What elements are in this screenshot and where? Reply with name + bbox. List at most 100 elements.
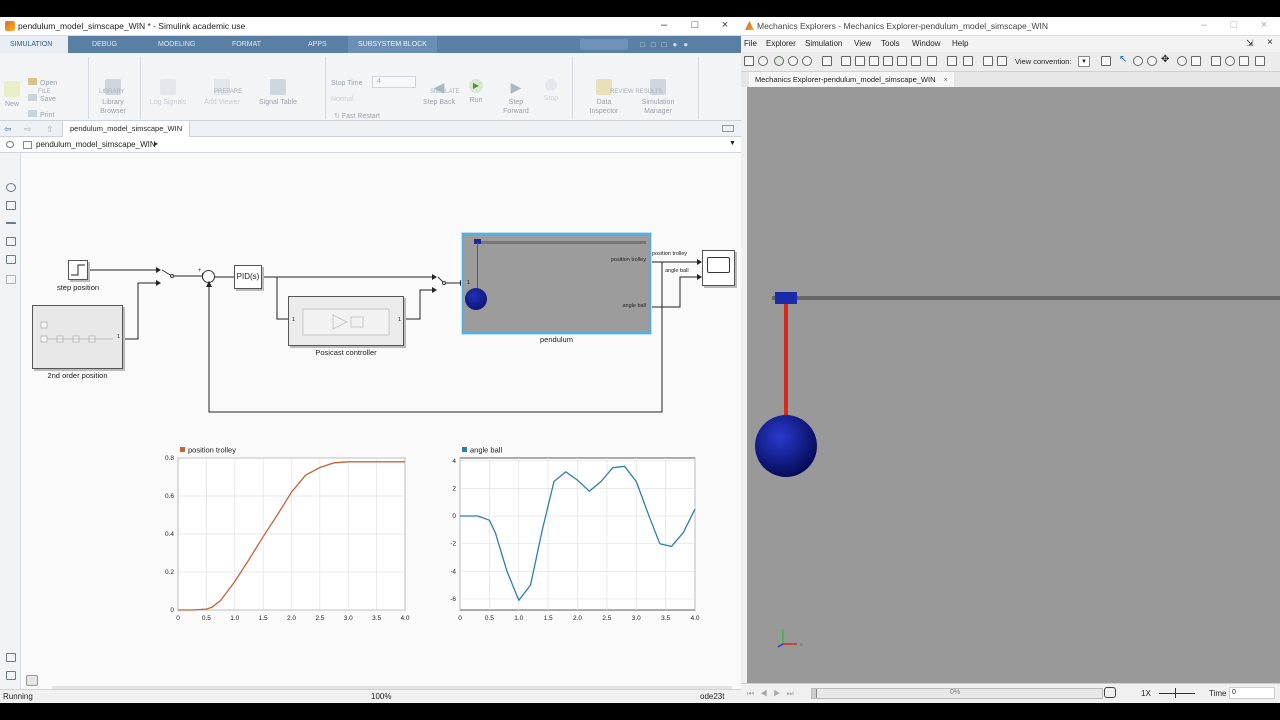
model-browser-icon[interactable] bbox=[6, 671, 16, 680]
hide-panel-icon[interactable] bbox=[722, 125, 734, 132]
maximize-view-icon[interactable] bbox=[1255, 56, 1265, 66]
simulation-manager-button[interactable]: Simulation Manager bbox=[636, 79, 680, 116]
model-tab[interactable]: pendulum_model_simscape_WIN bbox=[62, 121, 191, 137]
posicast-controller-block[interactable]: 1 1 bbox=[288, 296, 404, 346]
speed-slider-thumb[interactable] bbox=[1175, 688, 1176, 698]
menu-simulation[interactable]: Simulation bbox=[805, 39, 842, 48]
roll-icon[interactable] bbox=[1147, 56, 1157, 66]
play-icon[interactable] bbox=[774, 56, 784, 66]
data-inspector-button[interactable]: Data Inspector bbox=[584, 79, 624, 116]
search-box[interactable] bbox=[580, 39, 628, 50]
minimize-icon[interactable]: – bbox=[656, 19, 672, 31]
close-tab-icon[interactable]: × bbox=[944, 75, 948, 84]
zoom-box-icon[interactable] bbox=[1191, 56, 1201, 66]
up-arrow-icon[interactable]: ⇧ bbox=[46, 124, 54, 135]
annotation-icon[interactable] bbox=[6, 237, 16, 246]
breadcrumb-chevron-icon[interactable]: ▸ bbox=[154, 139, 158, 148]
fit-view-icon[interactable] bbox=[6, 201, 16, 210]
sum-block[interactable]: + - bbox=[198, 268, 215, 285]
pid-block[interactable]: PID(s) bbox=[234, 265, 262, 289]
second-order-block[interactable]: 1 bbox=[32, 305, 123, 369]
menu-file[interactable]: File bbox=[744, 39, 757, 48]
fast-restart-toggle[interactable]: ↻ Fast Restart bbox=[334, 112, 380, 121]
solver-name[interactable]: ode23t bbox=[700, 692, 724, 701]
area-icon[interactable] bbox=[6, 275, 16, 284]
library-browser-button[interactable]: Library Browser bbox=[92, 79, 134, 116]
pendulum-block[interactable]: 1 position trolley angle ball bbox=[462, 233, 651, 334]
tab-apps[interactable]: APPS bbox=[298, 36, 337, 53]
step-forward-button[interactable]: ▶ Step Forward bbox=[496, 79, 536, 116]
tab-subsystem-block[interactable]: SUBSYSTEM BLOCK bbox=[348, 36, 437, 53]
property-inspector-icon[interactable] bbox=[6, 653, 16, 662]
open-button[interactable]: Open bbox=[28, 78, 57, 88]
refresh-icon[interactable] bbox=[758, 56, 768, 66]
tab-modeling[interactable]: MODELING bbox=[148, 36, 205, 53]
zoom-icon[interactable] bbox=[6, 183, 16, 192]
menu-explorer[interactable]: Explorer bbox=[766, 39, 796, 48]
bottom-view-icon[interactable] bbox=[911, 56, 921, 66]
select-cursor-icon[interactable]: ↖ bbox=[1119, 54, 1129, 65]
breadcrumb-model[interactable]: pendulum_model_simscape_WIN bbox=[36, 140, 156, 149]
center-of-mass-icon[interactable] bbox=[1225, 56, 1235, 66]
minimize-icon[interactable]: – bbox=[1196, 19, 1212, 31]
quick-access-icons[interactable]: □□□●● bbox=[640, 40, 720, 49]
image-icon[interactable] bbox=[6, 255, 16, 264]
tab-format[interactable]: FORMAT bbox=[222, 36, 271, 53]
breadcrumb-dropdown-icon[interactable]: ▼ bbox=[729, 140, 736, 147]
forward-arrow-icon[interactable]: ⇨ bbox=[24, 124, 32, 135]
tab-debug[interactable]: DEBUG bbox=[82, 36, 127, 53]
playback-scrubber[interactable] bbox=[812, 689, 817, 698]
split-tile-icon[interactable] bbox=[963, 56, 973, 66]
close-icon[interactable]: × bbox=[1256, 19, 1272, 31]
new-button[interactable]: New bbox=[3, 81, 21, 109]
arrow-direction-icon[interactable] bbox=[6, 222, 16, 226]
playback-controls-icons[interactable]: ⏮◀▶⏭ bbox=[747, 689, 800, 699]
speed-slider[interactable] bbox=[1159, 693, 1195, 694]
diagram-browser-icon[interactable] bbox=[26, 675, 38, 686]
menu-tools[interactable]: Tools bbox=[881, 39, 900, 48]
grid-icon[interactable] bbox=[983, 56, 993, 66]
undock-icon[interactable]: ⇲ bbox=[1246, 38, 1254, 49]
explorer-bar-icon[interactable] bbox=[6, 141, 14, 148]
3d-viewport[interactable]: x bbox=[747, 87, 1280, 683]
log-signals-button[interactable]: Log Signals bbox=[148, 79, 188, 107]
step-block[interactable] bbox=[68, 260, 88, 280]
isometric-view-icon[interactable] bbox=[927, 56, 937, 66]
stop-icon[interactable] bbox=[788, 56, 798, 66]
menu-window[interactable]: Window bbox=[912, 39, 940, 48]
scope-block[interactable] bbox=[702, 250, 735, 286]
maximize-icon[interactable]: □ bbox=[1226, 19, 1242, 31]
run-button[interactable]: ▶ Run bbox=[462, 79, 490, 105]
top-view-icon[interactable] bbox=[897, 56, 907, 66]
rotate-icon[interactable] bbox=[1133, 56, 1143, 66]
back-arrow-icon[interactable]: ⇦ bbox=[4, 124, 12, 135]
more-icon[interactable] bbox=[1239, 56, 1249, 66]
right-view-icon[interactable] bbox=[883, 56, 893, 66]
back-view-icon[interactable] bbox=[855, 56, 865, 66]
pan-icon[interactable]: ✥ bbox=[1161, 54, 1171, 65]
record-video-icon[interactable] bbox=[1104, 687, 1116, 698]
playback-progress[interactable]: 0% bbox=[811, 688, 1103, 699]
menu-view[interactable]: View bbox=[854, 39, 871, 48]
close-panel-icon[interactable]: × bbox=[1267, 37, 1273, 48]
time-field[interactable]: 0 bbox=[1229, 687, 1275, 699]
fit-to-view-icon[interactable] bbox=[822, 56, 832, 66]
front-view-icon[interactable] bbox=[841, 56, 851, 66]
document-tab[interactable]: Mechanics Explorer-pendulum_model_simsca… bbox=[749, 72, 954, 87]
stop-button[interactable]: Stop bbox=[540, 79, 562, 103]
layout-icon[interactable] bbox=[997, 56, 1007, 66]
signal-table-button[interactable]: Signal Table bbox=[258, 79, 298, 107]
view-convention-dropdown[interactable]: ▼ bbox=[1078, 56, 1090, 67]
stop-time-input[interactable]: 4 bbox=[372, 76, 416, 88]
model-canvas[interactable]: step position 1 2nd order position + - P… bbox=[22, 153, 741, 689]
tab-simulation[interactable]: SIMULATION bbox=[0, 36, 68, 53]
settings-icon[interactable] bbox=[744, 56, 754, 66]
single-tile-icon[interactable] bbox=[947, 56, 957, 66]
frames-icon[interactable] bbox=[1211, 56, 1221, 66]
close-icon[interactable]: × bbox=[717, 19, 733, 31]
left-view-icon[interactable] bbox=[869, 56, 879, 66]
zoom-icon[interactable] bbox=[1177, 56, 1187, 66]
simulation-mode-select[interactable]: Normal bbox=[331, 95, 354, 104]
camera-icon[interactable] bbox=[1101, 56, 1111, 66]
record-icon[interactable] bbox=[802, 56, 812, 66]
